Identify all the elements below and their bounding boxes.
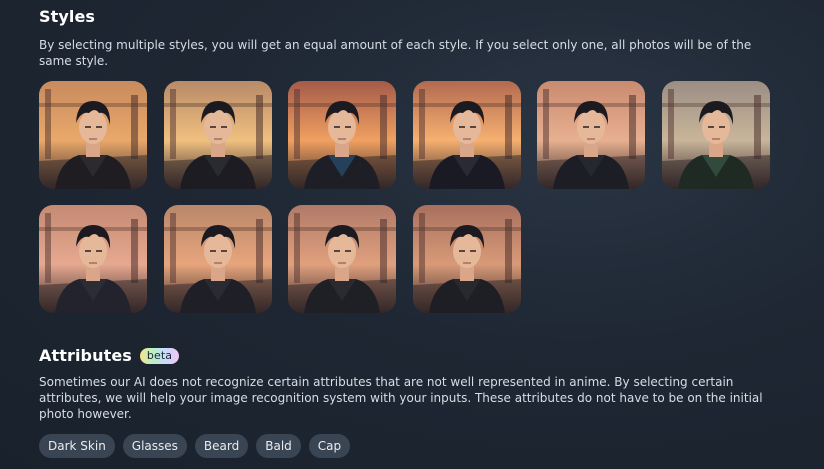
anime-portrait-image xyxy=(164,205,272,313)
anime-portrait-image xyxy=(537,81,645,189)
style-thumbnail-8[interactable] xyxy=(164,205,272,313)
chip-cap[interactable]: Cap xyxy=(308,434,351,458)
style-thumbnail-3[interactable] xyxy=(288,81,396,189)
anime-portrait-image xyxy=(39,205,147,313)
style-thumbnail-4[interactable] xyxy=(413,81,521,189)
chip-glasses[interactable]: Glasses xyxy=(122,434,187,458)
anime-portrait-image xyxy=(662,81,770,189)
style-thumbnail-9[interactable] xyxy=(288,205,396,313)
style-thumbnail-2[interactable] xyxy=(164,81,272,189)
styles-description: By selecting multiple styles, you will g… xyxy=(39,38,752,68)
anime-portrait-image xyxy=(39,81,147,189)
chip-dark-skin[interactable]: Dark Skin xyxy=(39,434,115,458)
style-thumbnail-10[interactable] xyxy=(413,205,521,313)
attributes-heading: Attributes beta xyxy=(39,346,180,365)
chip-beard[interactable]: Beard xyxy=(194,434,249,458)
style-thumbnail-7[interactable] xyxy=(39,205,147,313)
style-thumbnail-5[interactable] xyxy=(537,81,645,189)
anime-portrait-image xyxy=(288,81,396,189)
attributes-title-text: Attributes xyxy=(39,346,132,365)
styles-heading: Styles xyxy=(39,7,96,26)
anime-portrait-image xyxy=(413,205,521,313)
attributes-description: Sometimes our AI does not recognize cert… xyxy=(39,375,763,421)
anime-portrait-image xyxy=(413,81,521,189)
attribute-chips: Dark Skin Glasses Beard Bald Cap xyxy=(39,434,351,458)
beta-badge: beta xyxy=(139,347,180,364)
anime-portrait-image xyxy=(288,205,396,313)
anime-portrait-image xyxy=(164,81,272,189)
style-thumbnail-1[interactable] xyxy=(39,81,147,189)
style-thumbnail-6[interactable] xyxy=(662,81,770,189)
chip-bald[interactable]: Bald xyxy=(256,434,301,458)
